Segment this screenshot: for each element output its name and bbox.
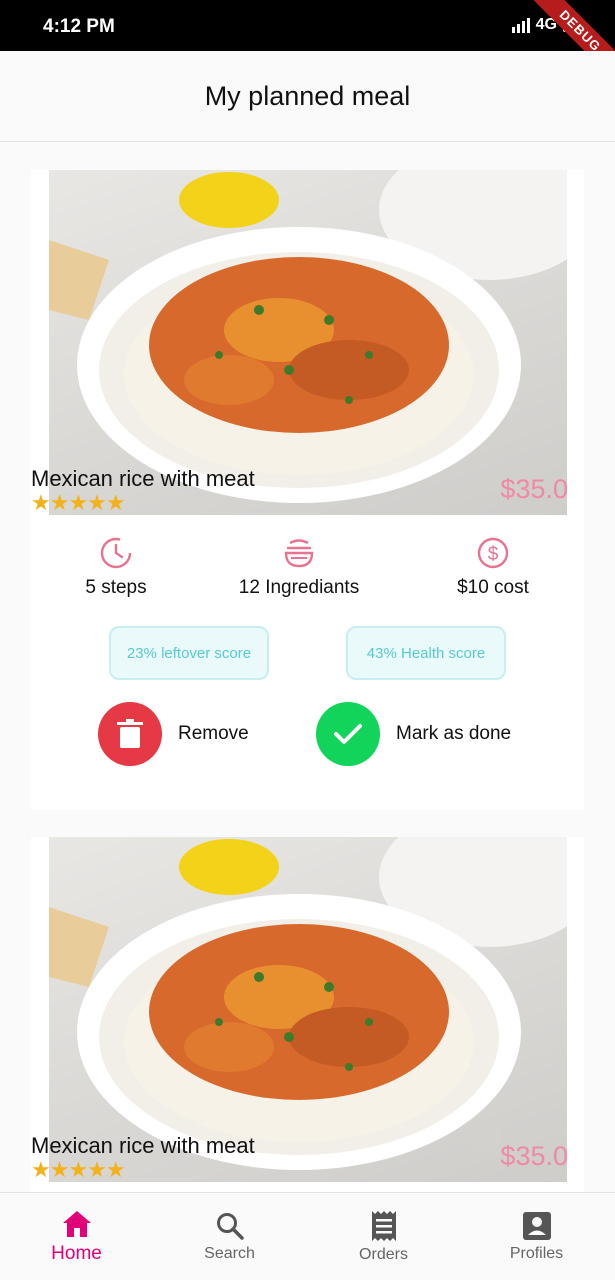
timer-icon (26, 535, 206, 571)
remove-action[interactable]: Remove (98, 702, 249, 766)
ingredients-stat: 12 Ingrediants (209, 535, 389, 599)
meal-photo (49, 837, 567, 1182)
receipt-icon (371, 1211, 396, 1241)
nav-home-label: Home (51, 1243, 102, 1264)
nav-profiles-label: Profiles (509, 1245, 564, 1262)
steps-label: 5 steps (85, 577, 147, 598)
meal-stats: 5 steps 12 Ingrediants $ $10 cost (31, 535, 584, 605)
meal-photo-art (49, 170, 567, 503)
meal-name: Mexican rice with meat (31, 1133, 255, 1158)
rating-stars: ★★★★★ (31, 1157, 126, 1182)
account-box-icon (522, 1212, 551, 1240)
nav-search[interactable]: Search (153, 1193, 306, 1280)
rating-stars: ★★★★★ (31, 490, 126, 515)
search-icon (216, 1213, 244, 1240)
remove-label[interactable]: Remove (178, 723, 249, 745)
mark-done-button[interactable] (316, 702, 380, 766)
nav-profiles[interactable]: Profiles (460, 1193, 613, 1280)
ingredients-label: 12 Ingrediants (238, 577, 360, 598)
mark-done-label[interactable]: Mark as done (396, 723, 511, 745)
meal-photo (49, 170, 567, 515)
meal-card[interactable]: Mexican rice with meat ★★★★★ $35.0 (31, 837, 584, 1192)
status-time: 4:12 PM (43, 16, 115, 37)
health-score-badge: 43% Health score (346, 626, 506, 680)
dollar-icon: $ (403, 535, 583, 571)
nav-orders-label: Orders (359, 1246, 408, 1263)
meal-photo-art (49, 837, 567, 1170)
meal-list[interactable]: Mexican rice with meat ★★★★★ $35.0 5 ste… (0, 142, 615, 1192)
nav-home[interactable]: Home (0, 1193, 153, 1280)
app-bar: My planned meal (0, 51, 615, 142)
status-bar: 4:12 PM 4G DEBUG (0, 0, 615, 92)
home-icon (62, 1211, 91, 1237)
svg-text:$: $ (488, 544, 499, 565)
cost-stat: $ $10 cost (403, 535, 583, 599)
check-icon (334, 724, 362, 744)
bowl-icon (209, 535, 389, 571)
page-title: My planned meal (204, 80, 411, 111)
trash-icon (117, 719, 143, 748)
nav-orders[interactable]: Orders (307, 1193, 460, 1280)
remove-button[interactable] (98, 702, 162, 766)
bottom-navigation: Home Search Orders Profiles (0, 1192, 615, 1280)
meal-price: $35.0 (500, 1141, 568, 1171)
meal-card[interactable]: Mexican rice with meat ★★★★★ $35.0 5 ste… (31, 170, 584, 810)
meal-name: Mexican rice with meat (31, 466, 255, 491)
nav-search-label: Search (204, 1245, 255, 1262)
signal-icon (511, 17, 530, 33)
leftover-score-badge: 23% leftover score (109, 626, 269, 680)
mark-done-action[interactable]: Mark as done (316, 702, 511, 766)
steps-stat: 5 steps (26, 535, 206, 599)
meal-price: $35.0 (500, 474, 568, 504)
cost-label: $10 cost (457, 577, 529, 598)
